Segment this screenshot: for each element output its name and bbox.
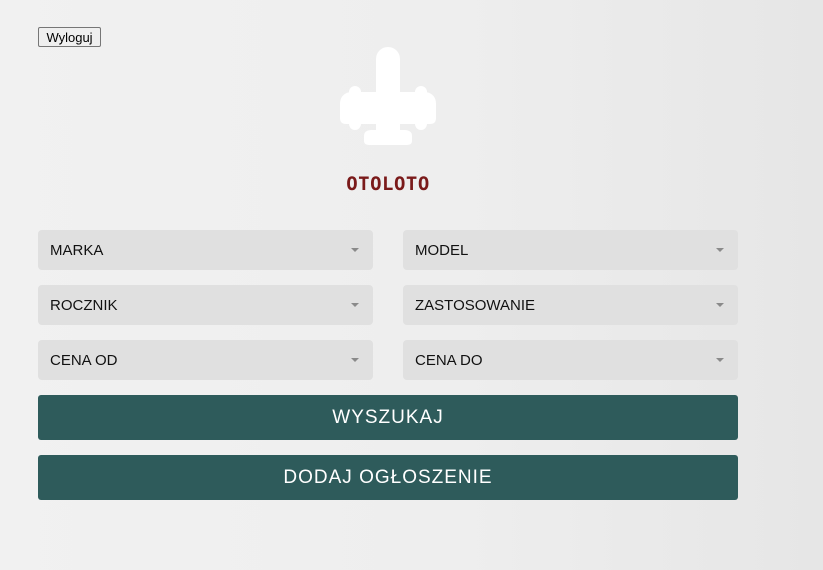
zastosowanie-select[interactable]: ZASTOSOWANIE bbox=[403, 285, 738, 325]
model-select-label: MODEL bbox=[415, 241, 469, 259]
search-button[interactable]: WYSZUKAJ bbox=[38, 395, 738, 440]
chevron-down-icon bbox=[716, 303, 724, 307]
rocznik-select-label: ROCZNIK bbox=[50, 296, 118, 314]
chevron-down-icon bbox=[716, 358, 724, 362]
zastosowanie-select-label: ZASTOSOWANIE bbox=[415, 296, 536, 314]
cena-do-select[interactable]: CENA DO bbox=[403, 340, 738, 380]
marka-select-label: MARKA bbox=[50, 241, 104, 259]
cena-do-select-label: CENA DO bbox=[415, 351, 483, 369]
add-listing-button[interactable]: DODAJ OGŁOSZENIE bbox=[38, 455, 738, 500]
chevron-down-icon bbox=[716, 248, 724, 252]
model-select[interactable]: MODEL bbox=[403, 230, 738, 270]
cena-od-select-label: CENA OD bbox=[50, 351, 118, 369]
chevron-down-icon bbox=[351, 303, 359, 307]
logout-button[interactable]: Wyloguj bbox=[38, 27, 101, 47]
airplane-icon bbox=[340, 47, 436, 145]
cena-od-select[interactable]: CENA OD bbox=[38, 340, 373, 380]
rocznik-select[interactable]: ROCZNIK bbox=[38, 285, 373, 325]
marka-select[interactable]: MARKA bbox=[38, 230, 373, 270]
chevron-down-icon bbox=[351, 358, 359, 362]
chevron-down-icon bbox=[351, 248, 359, 252]
brand-title: OTOLOTO bbox=[346, 173, 430, 195]
